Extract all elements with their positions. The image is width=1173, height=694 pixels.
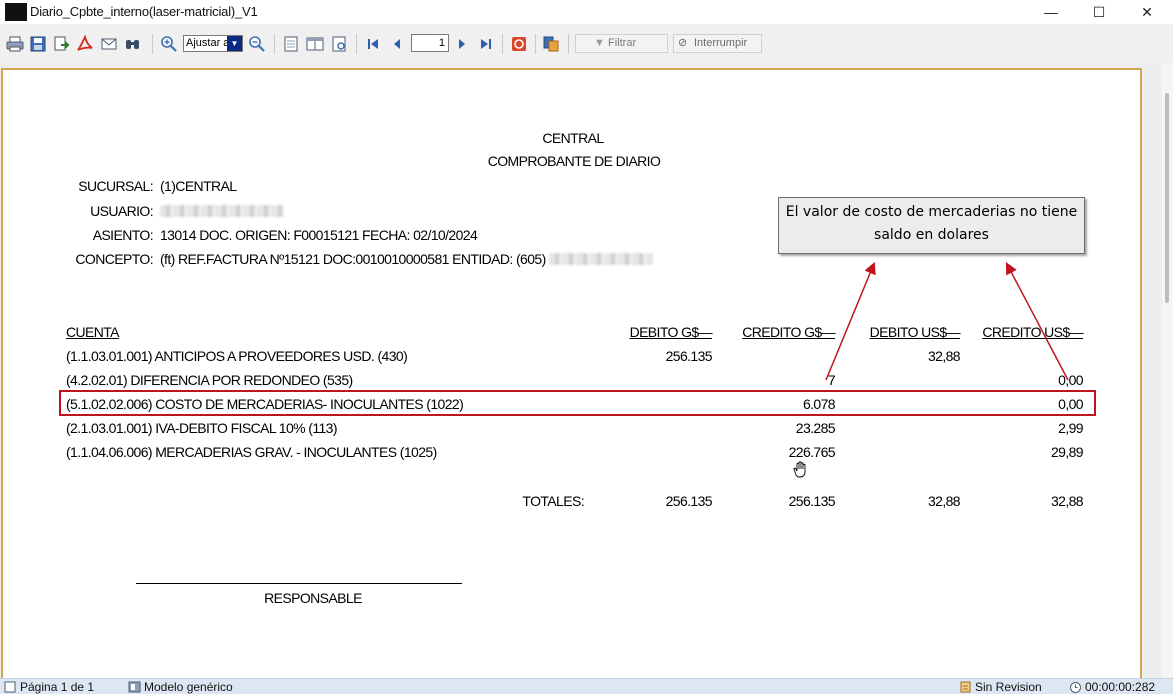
column-header-debito-gs: DEBITO G$— [629,324,713,340]
window-title: Diario_Cpbte_interno(laser-matricial)_V1 [30,4,258,19]
two-page-icon[interactable] [306,35,324,53]
stop-icon[interactable] [510,35,528,53]
model-status: Modelo genérico [128,680,233,694]
zoom-value: Ajustar a [186,37,230,49]
column-header-cuenta: CUENTA [66,324,120,340]
toolbar-separator [568,34,569,54]
next-page-icon[interactable] [453,35,471,53]
page-setup-icon[interactable] [330,35,348,53]
find-icon[interactable] [124,35,142,53]
row-debito-us: 32,88 [927,348,961,364]
filter-icon: ▼ [594,37,605,49]
total-debito-gs: 256.135 [665,493,713,509]
row-credito-us: 2,99 [1058,420,1083,436]
close-button[interactable]: ✕ [1124,0,1170,24]
time-status: 00:00:00:282 [1069,680,1155,694]
interrupt-button[interactable]: ⊘ Interrumpir [673,34,762,53]
row-credito-gs: 23.285 [795,420,836,436]
revision-status: Sin Revision [959,680,1042,694]
callout-line-2: saldo en dolares [874,227,989,243]
column-header-credito-gs: CREDITO G$— [742,324,835,340]
row-credito-gs: 226.765 [788,444,836,460]
model-status-text: Modelo genérico [144,680,233,694]
annotation-callout: El valor de costo de mercaderias no tien… [778,197,1085,254]
concepto-value-row: (ft) REF.FACTURA Nº15121 DOC:00100100005… [160,251,653,267]
concepto-value: (ft) REF.FACTURA Nº15121 DOC:00100100005… [160,251,546,267]
page-number-input[interactable]: 1 [411,34,449,52]
asiento-value: 13014 DOC. ORIGEN: F00015121 FECHA: 02/1… [160,227,478,243]
responsable-label: RESPONSABLE [264,590,362,606]
page-status: Página 1 de 1 [4,680,94,694]
previous-page-icon[interactable] [388,35,406,53]
vertical-scrollbar[interactable] [1162,63,1173,678]
entity-redacted [548,253,653,265]
column-header-credito-us: CREDITO US$— [982,324,1083,340]
export-icon[interactable] [52,35,70,53]
zoom-out-icon[interactable] [248,35,266,53]
filter-label: Filtrar [608,37,637,49]
page-status-text: Página 1 de 1 [20,680,95,694]
maximize-button[interactable]: ☐ [1076,0,1122,24]
scrollbar-thumb[interactable] [1165,93,1169,303]
row-debito-gs: 256.135 [665,348,713,364]
page-icon [4,681,16,693]
totals-label: TOTALES: [522,493,584,509]
status-bar: Página 1 de 1 Modelo genérico Sin Revisi… [0,678,1173,694]
toolbar-separator [356,34,357,54]
interrupt-icon: ⊘ [678,37,688,49]
total-credito-gs: 256.135 [788,493,836,509]
first-page-icon[interactable] [364,35,382,53]
document-title: COMPROBANTE DE DIARIO [487,153,661,169]
row-cuenta: (1.1.03.01.001) ANTICIPOS A PROVEEDORES … [66,348,408,364]
concepto-label: CONCEPTO: [75,251,153,267]
revision-icon [960,681,971,693]
usuario-label: USUARIO: [90,203,153,219]
save-icon[interactable] [29,35,47,53]
row-cuenta: (4.2.02.01) DIFERENCIA POR REDONDEO (535… [66,372,353,388]
copy-icon[interactable] [542,35,560,53]
print-icon[interactable] [6,35,24,53]
model-icon [128,681,141,693]
row-credito-us: 29,89 [1050,444,1084,460]
row-credito-us: 0,00 [1058,372,1083,388]
row-credito-gs: 7 [827,372,836,388]
minimize-button[interactable]: — [1028,0,1074,24]
interrupt-label: Interrumpir [694,37,748,49]
usuario-value-redacted [160,203,284,219]
toolbar-separator [152,34,153,54]
filter-button[interactable]: ▼ Filtrar [575,34,668,53]
chevron-down-icon[interactable]: ▼ [227,36,242,51]
zoom-in-icon[interactable] [160,35,178,53]
row-cuenta: (2.1.03.01.001) IVA-DEBITO FISCAL 10% (1… [66,420,338,436]
toolbar: Ajustar a ▼ 1 ▼ Filtrar ⊘ Interrumpir [0,28,1173,60]
time-status-text: 00:00:00:282 [1085,680,1156,694]
callout-line-1: El valor de costo de mercaderias no tien… [785,204,1078,220]
asiento-label: ASIENTO: [92,227,154,243]
toolbar-separator [274,34,275,54]
last-page-icon[interactable] [477,35,495,53]
title-bar: Diario_Cpbte_interno(laser-matricial)_V1… [0,0,1173,24]
total-debito-us: 32,88 [927,493,961,509]
signature-line [136,583,462,584]
sucursal-value: (1)CENTRAL [160,178,237,194]
total-credito-us: 32,88 [1050,493,1084,509]
single-page-icon[interactable] [282,35,300,53]
revision-status-text: Sin Revision [975,680,1042,694]
row-cuenta: (1.1.04.06.006) MERCADERIAS GRAV. - INOC… [66,444,437,460]
pdf-icon[interactable] [76,35,94,53]
zoom-select[interactable]: Ajustar a ▼ [183,35,243,52]
column-header-debito-us: DEBITO US$— [869,324,961,340]
email-icon[interactable] [100,35,118,53]
toolbar-separator [502,34,503,54]
app-icon [5,3,27,21]
highlight-box [59,390,1096,416]
toolbar-separator [535,34,536,54]
company-name: CENTRAL [542,130,604,146]
timer-icon [1070,682,1081,693]
sucursal-label: SUCURSAL: [78,178,153,194]
